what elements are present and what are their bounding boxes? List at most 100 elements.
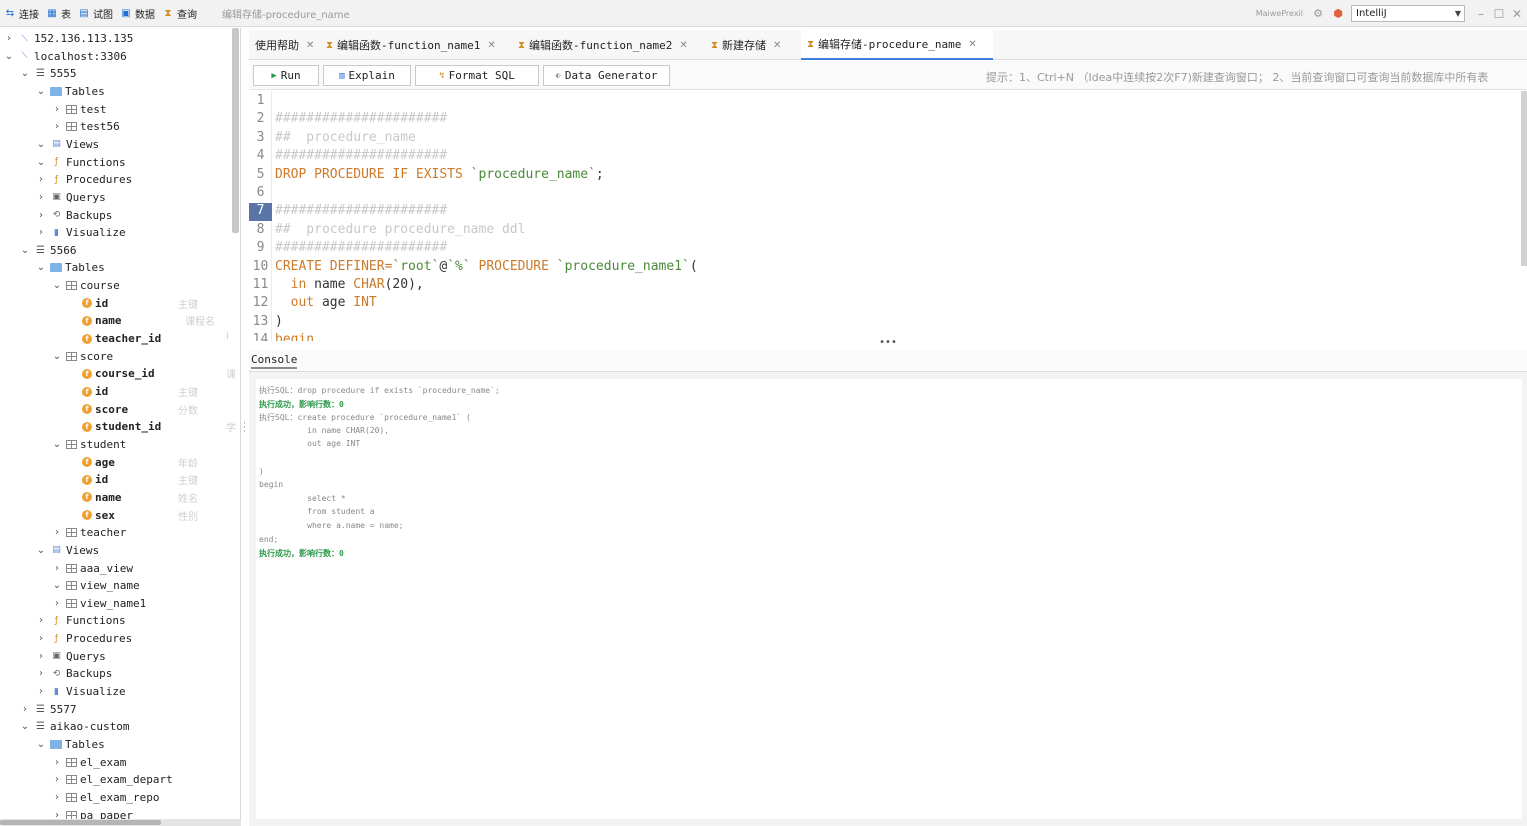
chevron-right-icon[interactable]: ›	[36, 227, 46, 238]
chevron-right-icon[interactable]: ›	[36, 615, 46, 626]
chevron-right-icon[interactable]: ›	[36, 210, 46, 221]
tree-item-aikao-custom[interactable]: ⌄ ☰ aikao-custom	[20, 718, 130, 735]
chevron-right-icon[interactable]: ›	[52, 774, 62, 785]
tree-item-student[interactable]: ⌄ student	[52, 436, 127, 453]
tree-item-sex[interactable]: f sex	[68, 507, 115, 524]
data-generator-button[interactable]: ⬖ Data Generator	[543, 65, 670, 86]
tree-item-procedures[interactable]: › ƒ Procedures	[36, 171, 132, 188]
chevron-right-icon[interactable]: ›	[20, 704, 30, 715]
tree-item-el-exam[interactable]: › el_exam	[52, 754, 126, 771]
chevron-right-icon[interactable]: ›	[36, 668, 46, 679]
table-button[interactable]: ▦ 表	[43, 3, 74, 23]
sql-editor[interactable]: 1 2 3 4 5 6 7 8 9 10 11 12 13 14 ####################…	[249, 91, 1527, 341]
chevron-right-icon[interactable]: ›	[36, 633, 46, 644]
chevron-down-icon[interactable]: ⌄	[36, 139, 46, 150]
chevron-right-icon[interactable]: ›	[36, 192, 46, 203]
chevron-right-icon[interactable]: ›	[52, 598, 62, 609]
tree-item-score[interactable]: f score	[68, 401, 128, 418]
chevron-down-icon[interactable]: ⌄	[52, 280, 62, 291]
tree-item-score[interactable]: ⌄ score	[52, 348, 113, 365]
tree-item-test[interactable]: › test	[52, 101, 107, 118]
tree-item-backups[interactable]: › ⟲ Backups	[36, 207, 112, 224]
chevron-down-icon[interactable]: ⌄	[36, 157, 46, 168]
settings-gear-icon[interactable]: ⚙	[1311, 7, 1325, 21]
chevron-right-icon[interactable]: ›	[52, 792, 62, 803]
tree-item-name[interactable]: f name	[68, 312, 122, 329]
tree-item-id[interactable]: f id	[68, 295, 108, 312]
tree-item-el-exam-repo[interactable]: › el_exam_repo	[52, 789, 159, 806]
data-button[interactable]: ▣ 数据	[117, 3, 158, 23]
chevron-right-icon[interactable]: ›	[52, 757, 62, 768]
chevron-down-icon[interactable]: ⌄	[20, 245, 30, 256]
chevron-down-icon[interactable]: ⌄	[52, 439, 62, 450]
tree-item-5555[interactable]: ⌄ ☰ 5555	[20, 65, 77, 82]
plugin-icon[interactable]: ⬢	[1331, 7, 1345, 21]
tree-item-view-name1[interactable]: › view_name1	[52, 595, 146, 612]
editor-console-splitter[interactable]: •••	[249, 338, 1527, 348]
tree-item-querys[interactable]: › ▣ Querys	[36, 189, 106, 206]
format-sql-button[interactable]: ↯ Format SQL	[415, 65, 539, 86]
tree-item-student-id[interactable]: f student_id	[68, 418, 161, 435]
chevron-down-icon[interactable]: ⌄	[52, 351, 62, 362]
editor-tab[interactable]: ⧗ 编辑函数-function_name2 ✕	[512, 30, 700, 60]
chevron-down-icon[interactable]: ⌄	[36, 86, 46, 97]
chevron-down-icon[interactable]: ⌄	[20, 68, 30, 79]
tree-item-id[interactable]: f id	[68, 383, 108, 400]
chevron-right-icon[interactable]: ›	[52, 563, 62, 574]
tree-item-backups[interactable]: › ⟲ Backups	[36, 665, 112, 682]
chevron-down-icon[interactable]: ⌄	[52, 580, 62, 591]
tab-close-icon[interactable]: ✕	[773, 40, 781, 51]
tab-close-icon[interactable]: ✕	[487, 40, 495, 51]
maximize-icon[interactable]: ☐	[1491, 7, 1507, 21]
tree-item-course[interactable]: ⌄ course	[52, 277, 120, 294]
tree-item-id[interactable]: f id	[68, 471, 108, 488]
tree-item-aaa-view[interactable]: › aaa_view	[52, 560, 133, 577]
chevron-right-icon[interactable]: ›	[4, 33, 14, 44]
tree-item-views[interactable]: ⌄ ▤ Views	[36, 136, 99, 153]
chevron-down-icon[interactable]: ⌄	[36, 262, 46, 273]
tree-item-teacher[interactable]: › teacher	[52, 524, 126, 541]
editor-tab[interactable]: ⧗ 新建存储 ✕	[705, 30, 797, 60]
editor-tab[interactable]: ⧗ 编辑函数-function_name1 ✕	[320, 30, 508, 60]
tree-item-visualize[interactable]: › ▮ Visualize	[36, 683, 126, 700]
theme-select[interactable]: IntelliJ ▼	[1351, 5, 1465, 22]
chevron-down-icon[interactable]: ⌄	[20, 721, 30, 732]
sidebar-resize-handle[interactable]: · · ·	[243, 420, 246, 437]
editor-tab[interactable]: 使用帮助 ✕	[249, 30, 315, 60]
tree-item-procedures[interactable]: › ƒ Procedures	[36, 630, 132, 647]
tree-item-visualize[interactable]: › ▮ Visualize	[36, 224, 126, 241]
tree-item-age[interactable]: f age	[68, 454, 115, 471]
tree-item-name[interactable]: f name	[68, 489, 122, 506]
tree-item-tables[interactable]: ⌄ Tables	[36, 736, 105, 753]
console-tab[interactable]: Console	[251, 353, 298, 369]
scrollbar-thumb[interactable]	[0, 820, 161, 825]
sidebar-horizontal-scrollbar[interactable]	[0, 819, 241, 826]
tab-close-icon[interactable]: ✕	[968, 39, 976, 50]
chevron-right-icon[interactable]: ›	[36, 174, 46, 185]
tree-item-teacher-id[interactable]: f teacher_id	[68, 330, 161, 347]
editor-tab[interactable]: ⧗ 编辑存储-procedure_name ✕	[801, 30, 993, 60]
tree-item-152-136-113-135[interactable]: › ⟍ 152.136.113.135	[4, 30, 133, 47]
close-icon[interactable]: ✕	[1509, 7, 1525, 21]
chevron-right-icon[interactable]: ›	[52, 121, 62, 132]
editor-scrollbar[interactable]	[1521, 91, 1527, 266]
chevron-right-icon[interactable]: ›	[36, 686, 46, 697]
tree-item-functions[interactable]: ⌄ ƒ Functions	[36, 154, 126, 171]
connect-button[interactable]: ⇆ 连接	[1, 3, 42, 23]
run-button[interactable]: ▶ Run	[253, 65, 319, 86]
tree-item-tables[interactable]: ⌄ Tables	[36, 83, 105, 100]
tree-item-view-name[interactable]: ⌄ view_name	[52, 577, 140, 594]
view-button[interactable]: ▤ 试图	[75, 3, 116, 23]
tab-close-icon[interactable]: ✕	[306, 40, 314, 51]
query-button[interactable]: ⧗ 查询	[159, 3, 200, 23]
chevron-right-icon[interactable]: ›	[52, 527, 62, 538]
tree-item-tables[interactable]: ⌄ Tables	[36, 259, 105, 276]
tree-item-el-exam-depart[interactable]: › el_exam_depart	[52, 771, 173, 788]
chevron-right-icon[interactable]: ›	[36, 651, 46, 662]
tab-close-icon[interactable]: ✕	[679, 40, 687, 51]
tree-item-views[interactable]: ⌄ ▤ Views	[36, 542, 99, 559]
minimize-icon[interactable]: –	[1473, 7, 1489, 21]
sidebar-scrollbar[interactable]	[232, 28, 239, 233]
explain-button[interactable]: ▥ Explain	[323, 65, 411, 86]
tree-item-5577[interactable]: › ☰ 5577	[20, 701, 77, 718]
